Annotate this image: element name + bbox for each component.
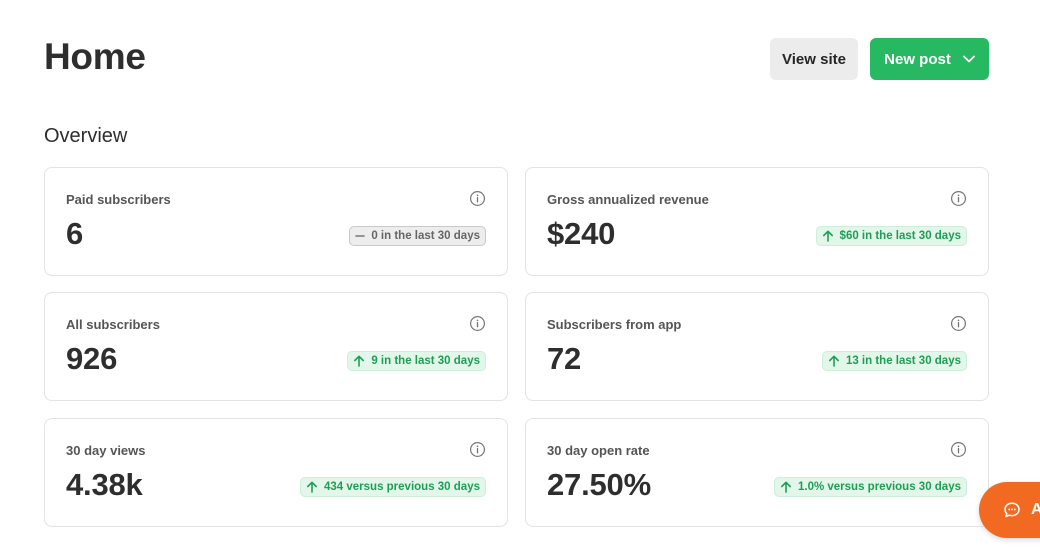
trend-text: 9 in the last 30 days	[371, 355, 480, 367]
arrow-up-icon	[780, 481, 791, 493]
chevron-down-icon	[962, 55, 975, 63]
view-site-button[interactable]: View site	[770, 38, 858, 80]
chat-button[interactable]: A	[979, 482, 1040, 538]
trend-text: 434 versus previous 30 days	[324, 481, 480, 493]
stat-card-30-day-views: 30 day views 4.38k 434 versus previous 3…	[44, 418, 508, 527]
new-post-button[interactable]: New post	[870, 38, 989, 80]
stat-card-all-subscribers: All subscribers 926 9 in the last 30 day…	[44, 292, 508, 401]
stat-value: 72	[547, 341, 582, 376]
stat-label: 30 day views	[66, 443, 146, 458]
chat-label: A	[1031, 501, 1040, 518]
trend-badge: 13 in the last 30 days	[821, 351, 967, 371]
chat-bubble-icon	[1004, 502, 1020, 518]
home-page: Home View site New post Overview Paid su…	[0, 0, 1040, 560]
info-circle-icon[interactable]	[469, 190, 486, 207]
view-site-label: View site	[782, 50, 846, 68]
stat-label: Gross annualized revenue	[547, 192, 709, 207]
stat-card-paid-subscribers: Paid subscribers 6 0 in the last 30 days	[44, 167, 508, 276]
trend-badge: 434 versus previous 30 days	[300, 477, 486, 497]
trend-text: 1.0% versus previous 30 days	[797, 481, 961, 493]
arrow-up-icon	[307, 481, 317, 493]
stat-value: 6	[66, 216, 84, 251]
stat-card-30-day-open-rate: 30 day open rate 27.50% 1.0% versus prev…	[525, 418, 989, 527]
trend-badge: 0 in the last 30 days	[349, 226, 486, 246]
stat-value: 926	[66, 341, 118, 376]
trend-text: $60 in the last 30 days	[839, 230, 961, 242]
arrow-up-icon	[828, 355, 839, 367]
trend-badge: 1.0% versus previous 30 days	[773, 477, 967, 497]
new-post-label: New post	[884, 50, 951, 68]
info-circle-icon[interactable]	[950, 441, 967, 458]
trend-text: 13 in the last 30 days	[845, 355, 961, 367]
arrow-up-icon	[354, 355, 365, 367]
stat-label: 30 day open rate	[547, 443, 650, 458]
info-circle-icon[interactable]	[469, 441, 486, 458]
overview-title: Overview	[44, 125, 128, 147]
stat-value: $240	[547, 216, 616, 251]
trend-text: 0 in the last 30 days	[371, 230, 480, 242]
dash-icon	[355, 235, 366, 237]
stat-value: 27.50%	[547, 467, 651, 502]
stat-label: Subscribers from app	[547, 317, 682, 332]
info-circle-icon[interactable]	[469, 315, 486, 332]
stat-label: Paid subscribers	[66, 192, 171, 207]
trend-badge: $60 in the last 30 days	[815, 226, 967, 246]
info-circle-icon[interactable]	[950, 190, 967, 207]
stat-card-subscribers-from-app: Subscribers from app 72 13 in the last 3…	[525, 292, 989, 401]
page-title: Home	[44, 36, 146, 77]
stat-card-gross-annualized-revenue: Gross annualized revenue $240 $60 in the…	[525, 167, 989, 276]
arrow-up-icon	[822, 230, 833, 242]
stat-value: 4.38k	[66, 467, 143, 502]
info-circle-icon[interactable]	[950, 315, 967, 332]
trend-badge: 9 in the last 30 days	[347, 351, 486, 371]
stat-label: All subscribers	[66, 317, 160, 332]
